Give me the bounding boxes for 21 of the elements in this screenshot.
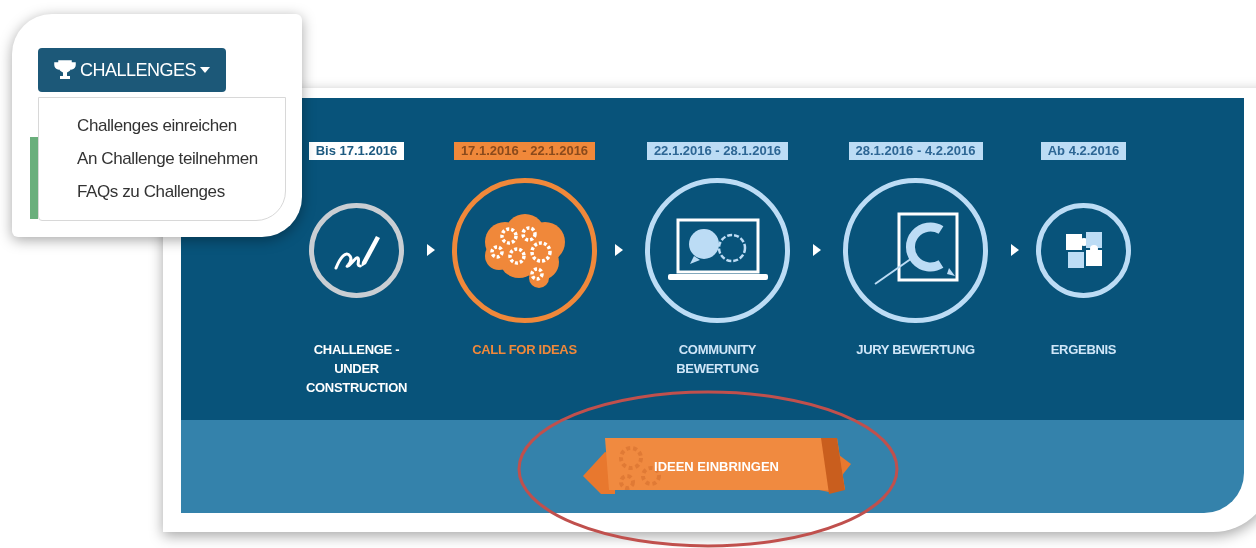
step-label: COMMUNITY BEWERTUNG xyxy=(675,341,760,378)
menu-item[interactable]: An Challenge teilnehmen xyxy=(77,147,285,171)
framed-arc-icon xyxy=(872,212,959,288)
laptop-icon xyxy=(665,218,770,282)
menu-item[interactable]: FAQs zu Challenges xyxy=(77,180,285,204)
date-badge: 22.1.2016 - 28.1.2016 xyxy=(646,142,789,160)
chevron-icon xyxy=(614,244,623,256)
date-badge: 17.1.2016 - 22.1.2016 xyxy=(453,142,596,160)
date-badge: Ab 4.2.2016 xyxy=(1040,142,1127,160)
menu-item[interactable]: Challenges einreichen xyxy=(77,114,285,138)
date-badge: Bis 17.1.2016 xyxy=(308,142,405,160)
date-badge: 28.1.2016 - 4.2.2016 xyxy=(848,142,983,160)
chevron-icon xyxy=(426,244,435,256)
challenges-dropdown-button[interactable]: CHALLENGES xyxy=(38,48,227,92)
step-label: CALL FOR IDEAS xyxy=(471,341,578,359)
chevron-icon xyxy=(1010,244,1019,256)
chevron-icon xyxy=(812,244,821,256)
step-label: CHALLENGE - UNDER CONSTRUCTION xyxy=(304,341,409,397)
step-label: JURY BEWERTUNG xyxy=(855,341,976,359)
step-label: ERGEBNIS xyxy=(1049,341,1118,359)
trophy-icon xyxy=(54,60,76,80)
